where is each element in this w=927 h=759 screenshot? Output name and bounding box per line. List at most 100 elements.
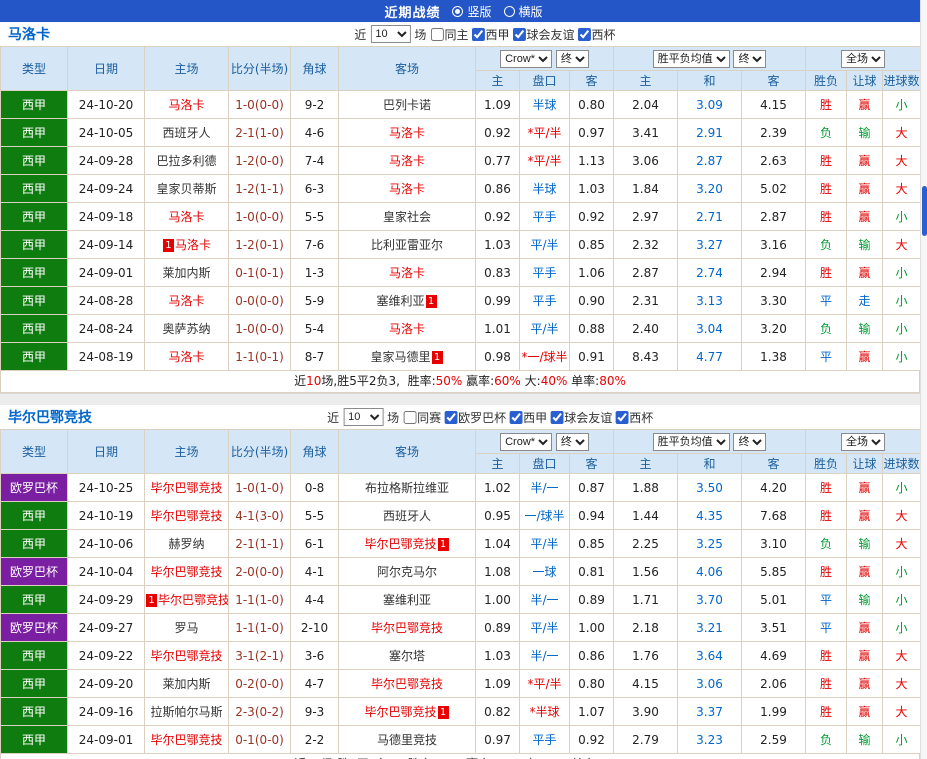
odds-away: 3.10 xyxy=(741,529,807,558)
league-badge: 西甲 xyxy=(0,258,68,287)
away-team-link[interactable]: 毕尔巴鄂竞技 1 xyxy=(338,697,476,726)
league-badge: 西甲 xyxy=(0,118,68,147)
home-water: 0.95 xyxy=(475,501,520,530)
filter-checkbox[interactable] xyxy=(550,410,564,424)
filter-checkbox[interactable] xyxy=(509,410,523,424)
match-score: 1-0(0-0) xyxy=(228,314,291,343)
odds-home: 3.90 xyxy=(613,697,679,726)
home-team-link[interactable]: 毕尔巴鄂竞技 xyxy=(144,641,229,670)
filter-checkbox[interactable] xyxy=(403,410,417,424)
away-team-link[interactable]: 塞维利亚 1 xyxy=(338,286,476,315)
home-team-link[interactable]: 赫罗纳 xyxy=(144,529,229,558)
home-team-link[interactable]: 毕尔巴鄂竞技 xyxy=(144,473,229,502)
home-team-link[interactable]: 1 马洛卡 xyxy=(144,230,229,259)
europe-time-select[interactable]: 终 xyxy=(733,49,767,68)
match-date: 24-08-24 xyxy=(67,314,145,343)
home-team-link[interactable]: 毕尔巴鄂竞技 xyxy=(144,725,229,754)
result-wdl: 负 xyxy=(805,529,848,558)
match-row: 欧罗巴杯 24-10-25 毕尔巴鄂竞技 1-0(1-0) 0-8 布拉格斯拉维亚 1.02… xyxy=(0,473,922,502)
home-team-link[interactable]: 奥萨苏纳 xyxy=(144,314,229,343)
away-team-link[interactable]: 马洛卡 xyxy=(338,118,476,147)
scope-select[interactable]: 全场 xyxy=(841,49,886,68)
home-team-link[interactable]: 巴拉多利德 xyxy=(144,146,229,175)
filter-checkbox[interactable] xyxy=(430,27,444,41)
away-team-link[interactable]: 阿尔克马尔 xyxy=(338,557,476,586)
match-count-select[interactable]: 10 xyxy=(343,408,384,426)
europe-odds-select[interactable]: 胜平负均值 xyxy=(652,49,730,68)
home-team-link[interactable]: 毕尔巴鄂竞技 xyxy=(144,557,229,586)
away-team-link[interactable]: 马洛卡 xyxy=(338,146,476,175)
home-team-link[interactable]: 马洛卡 xyxy=(144,90,229,119)
odds-time-select[interactable]: 终 xyxy=(555,432,589,451)
filter-checkbox[interactable] xyxy=(615,410,629,424)
filter-option-1: 西甲 xyxy=(471,26,509,43)
away-team-link[interactable]: 马德里竞技 xyxy=(338,725,476,754)
away-team-link[interactable]: 毕尔巴鄂竞技 xyxy=(338,669,476,698)
odds-draw: 4.77 xyxy=(677,342,743,371)
away-team-link[interactable]: 塞尔塔 xyxy=(338,641,476,670)
odds-company-select[interactable]: Crow* xyxy=(500,432,553,451)
scrollbar-thumb[interactable] xyxy=(922,186,927,236)
away-team-link[interactable]: 马洛卡 xyxy=(338,314,476,343)
odds-company-select[interactable]: Crow* xyxy=(500,49,553,68)
away-team-link[interactable]: 毕尔巴鄂竞技 xyxy=(338,613,476,642)
col-water-away: 客 xyxy=(568,453,615,474)
home-team-link[interactable]: 拉斯帕尔马斯 xyxy=(144,697,229,726)
europe-time-select[interactable]: 终 xyxy=(733,432,767,451)
result-handicap: 赢 xyxy=(846,90,884,119)
filter-checkbox[interactable] xyxy=(577,27,591,41)
col-water-away: 客 xyxy=(568,70,615,91)
handicap-value: *平/半 xyxy=(519,146,570,175)
away-team-link[interactable]: 马洛卡 xyxy=(338,174,476,203)
home-water: 0.83 xyxy=(475,258,520,287)
home-water: 1.03 xyxy=(475,230,520,259)
summary-segment: 场,胜5平2负3, 胜率: xyxy=(321,374,436,388)
match-count-select[interactable]: 10 xyxy=(370,25,411,43)
away-team-link[interactable]: 皇家社会 xyxy=(338,202,476,231)
league-badge: 西甲 xyxy=(0,585,68,614)
radio-vertical-layout[interactable]: 竖版 xyxy=(452,3,492,20)
away-team-link[interactable]: 比利亚雷亚尔 xyxy=(338,230,476,259)
scope-select[interactable]: 全场 xyxy=(841,432,886,451)
away-team-link[interactable]: 布拉格斯拉维亚 xyxy=(338,473,476,502)
home-team-link[interactable]: 皇家贝蒂斯 xyxy=(144,174,229,203)
radio-horizontal-layout[interactable]: 横版 xyxy=(503,3,543,20)
filter-checkbox[interactable] xyxy=(444,410,458,424)
odds-home: 2.18 xyxy=(613,613,679,642)
away-team-link[interactable]: 马洛卡 xyxy=(338,258,476,287)
matches-table: 类型 日期 主场 比分(半场) 角球 客场 Crow* 终 胜平负均值 终 全场… xyxy=(0,46,922,371)
home-team-link[interactable]: 西班牙人 xyxy=(144,118,229,147)
home-team-link[interactable]: 马洛卡 xyxy=(144,342,229,371)
col-eu-draw: 和 xyxy=(677,70,743,91)
result-wdl: 平 xyxy=(805,613,848,642)
home-team-link[interactable]: 罗马 xyxy=(144,613,229,642)
europe-odds-select[interactable]: 胜平负均值 xyxy=(652,432,730,451)
home-team-link[interactable]: 毕尔巴鄂竞技 xyxy=(144,501,229,530)
corner-count: 4-4 xyxy=(290,585,339,614)
radio-horizontal-label: 横版 xyxy=(518,4,543,19)
match-row: 西甲 24-09-20 莱加内斯 0-2(0-0) 4-7 毕尔巴鄂竞技 1.09 *平/半 0… xyxy=(0,669,922,698)
away-water: 0.80 xyxy=(568,90,615,119)
scrollbar[interactable] xyxy=(920,0,927,759)
away-water: 1.07 xyxy=(568,697,615,726)
match-row: 西甲 24-09-16 拉斯帕尔马斯 2-3(0-2) 9-3 毕尔巴鄂竞技 1 0.82 *半… xyxy=(0,697,922,726)
away-team-link[interactable]: 塞维利亚 xyxy=(338,585,476,614)
home-team-link[interactable]: 马洛卡 xyxy=(144,286,229,315)
result-handicap: 赢 xyxy=(846,174,884,203)
result-wdl: 胜 xyxy=(805,202,848,231)
away-team-link[interactable]: 皇家马德里 1 xyxy=(338,342,476,371)
away-team-link[interactable]: 巴列卡诺 xyxy=(338,90,476,119)
filter-checkbox[interactable] xyxy=(471,27,485,41)
home-team-link[interactable]: 1 毕尔巴鄂竞技 xyxy=(144,585,229,614)
away-team-link[interactable]: 西班牙人 xyxy=(338,501,476,530)
home-team-link[interactable]: 莱加内斯 xyxy=(144,258,229,287)
filter-checkbox[interactable] xyxy=(512,27,526,41)
filter-label: 球会友谊 xyxy=(564,410,613,425)
home-team-link[interactable]: 莱加内斯 xyxy=(144,669,229,698)
match-score: 1-1(0-1) xyxy=(228,342,291,371)
home-team-link[interactable]: 马洛卡 xyxy=(144,202,229,231)
odds-away: 2.87 xyxy=(741,202,807,231)
match-date: 24-09-29 xyxy=(67,585,145,614)
away-team-link[interactable]: 毕尔巴鄂竞技 1 xyxy=(338,529,476,558)
odds-time-select[interactable]: 终 xyxy=(555,49,589,68)
